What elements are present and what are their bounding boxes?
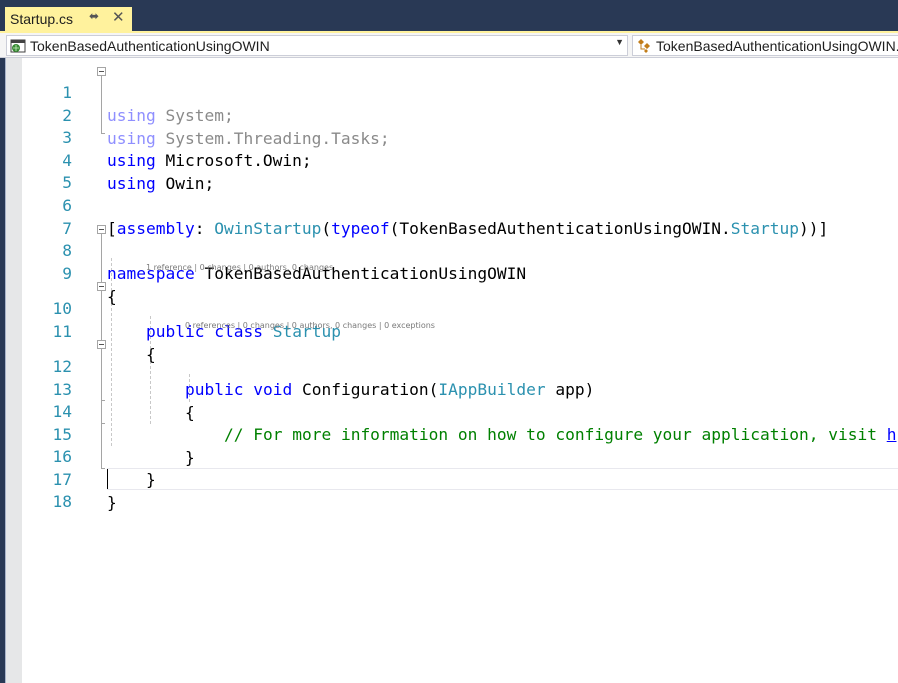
code-line: 10 public class Startup [0,274,898,341]
code-line: 16 } [0,422,898,489]
code-line: 4 using Owin; [0,126,898,193]
code-line: 15 } [0,400,898,467]
close-icon[interactable]: ✕ [112,8,125,26]
navigation-bar: TokenBasedAuthenticationUsingOWIN ▼ Toke… [0,33,898,58]
code-lens-class[interactable]: 1 reference | 0 changes | 0 authors, 0 c… [146,262,333,274]
project-dropdown[interactable]: TokenBasedAuthenticationUsingOWIN ▼ [6,35,628,56]
project-dropdown-value: TokenBasedAuthenticationUsingOWIN [30,37,270,54]
code-line: 8 namespace TokenBasedAuthenticationUsin… [0,216,898,283]
type-dropdown[interactable]: TokenBasedAuthenticationUsingOWIN.Startu… [632,35,898,56]
code-line: 1 using System; [0,58,898,125]
code-line: 18 [0,467,898,511]
tab-startup-cs[interactable]: Startup.cs ⬌ ✕ [5,7,132,31]
line-number: 18 [52,492,73,511]
code-line: 3 using Microsoft.Owin; [0,103,898,170]
code-line: 11 { [0,297,898,364]
code-line: 6 [assembly: OwinStartup(typeof(TokenBas… [0,171,898,238]
type-dropdown-value: TokenBasedAuthenticationUsingOWIN.Startu… [656,37,898,54]
class-icon [638,38,650,53]
code-line: 5 [0,148,898,192]
code-line: 17 } [0,445,898,512]
csharp-project-icon [10,39,26,52]
code-line: 7 [0,194,898,238]
tab-title: Startup.cs [10,11,74,27]
chevron-down-icon[interactable]: ▼ [615,37,624,47]
brace: } [107,493,117,512]
code-line: 2 using System.Threading.Tasks; [0,81,898,148]
code-line: 9 { [0,239,898,306]
code-line: 12 public void Configuration(IAppBuilder… [0,332,898,399]
code-line: 14 // For more information on how to con… [0,377,898,444]
document-tab-bar: Startup.cs ⬌ ✕ [0,0,898,31]
text-caret [107,469,108,489]
code-editor[interactable]: 1 using System; 2 using System.Threading… [0,58,898,683]
pin-icon[interactable]: ⬌ [89,9,99,23]
code-line: 13 { [0,355,898,422]
code-lens-method[interactable]: 0 references | 0 changes | 0 authors, 0 … [185,320,435,332]
